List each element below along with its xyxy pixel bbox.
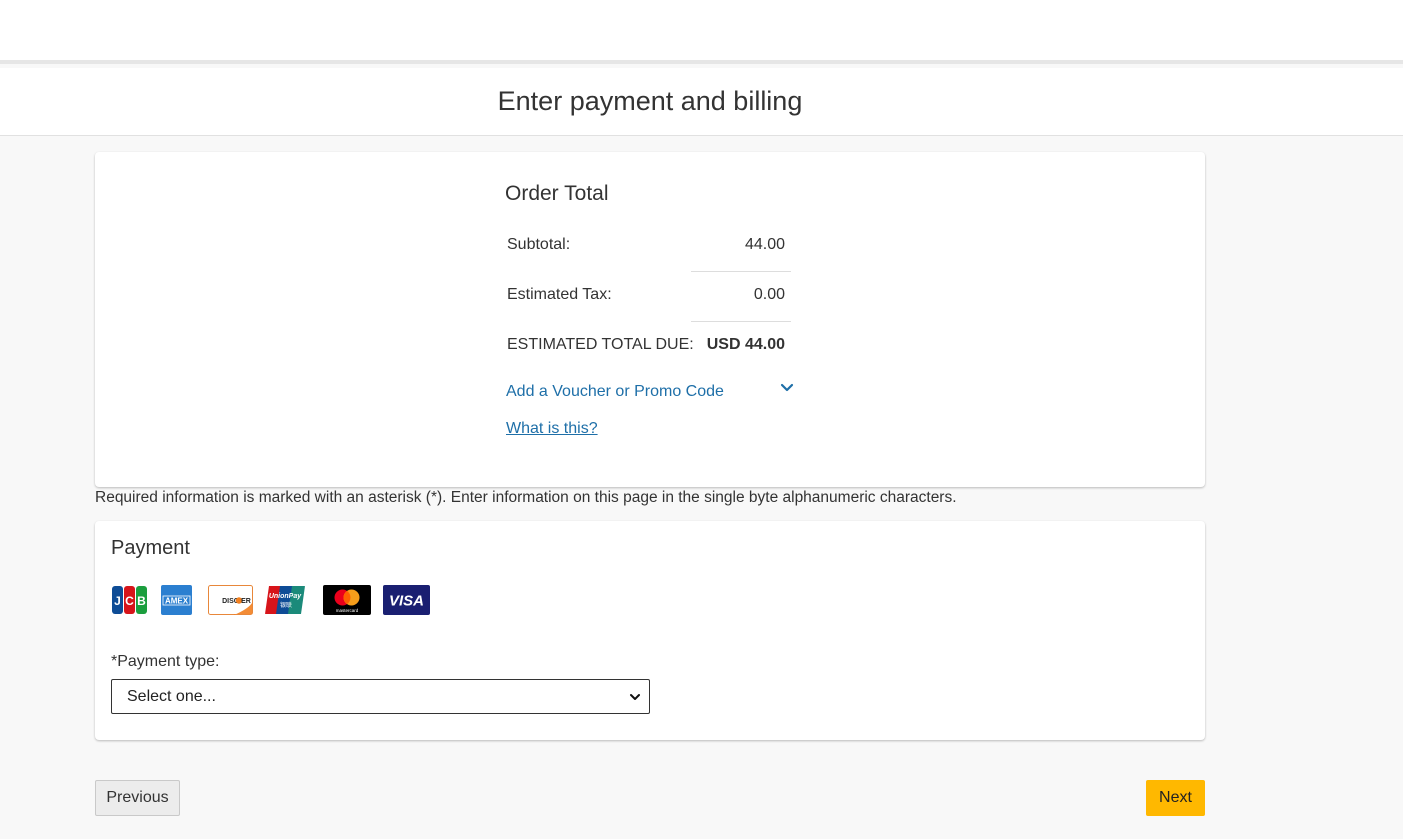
tax-row: Estimated Tax: 0.00 [505, 272, 793, 322]
unionpay-icon: UnionPay 银联 [265, 586, 305, 614]
next-button[interactable]: Next [1146, 780, 1205, 816]
top-header-bar [0, 0, 1403, 64]
svg-text:AMEX: AMEX [165, 597, 189, 606]
order-total-heading: Order Total [505, 182, 609, 205]
required-info-note: Required information is marked with an a… [95, 489, 957, 506]
amex-icon: AMEX [161, 585, 192, 615]
svg-text:VISA: VISA [389, 593, 424, 610]
title-bar: Enter payment and billing [0, 68, 1403, 136]
payment-heading: Payment [111, 537, 190, 559]
total-row: ESTIMATED TOTAL DUE: USD 44.00 [505, 322, 793, 372]
svg-text:J: J [114, 594, 121, 608]
svg-text:C: C [125, 594, 134, 608]
svg-text:UnionPay: UnionPay [269, 593, 302, 600]
subtotal-value: 44.00 [691, 222, 791, 272]
svg-text:ER: ER [241, 598, 251, 605]
chevron-down-icon [780, 383, 794, 392]
svg-text:mastercard: mastercard [336, 608, 359, 613]
payment-card: Payment J C B AMEX DISC ER UnionPay 银联 m… [95, 521, 1205, 740]
discover-icon: DISC ER [208, 585, 253, 615]
order-summary: Order Total Subtotal: 44.00 Estimated Ta… [505, 182, 805, 438]
total-value: USD 44.00 [706, 336, 785, 353]
previous-button[interactable]: Previous [95, 780, 180, 816]
order-total-card: Order Total Subtotal: 44.00 Estimated Ta… [95, 152, 1205, 487]
voucher-label: Add a Voucher or Promo Code [506, 383, 724, 400]
jcb-icon: J C B [112, 586, 147, 614]
what-is-this-link[interactable]: What is this? [506, 420, 598, 438]
svg-text:B: B [137, 594, 146, 608]
voucher-toggle[interactable]: Add a Voucher or Promo Code [505, 378, 795, 408]
payment-type-label: *Payment type: [111, 653, 220, 670]
svg-text:银联: 银联 [280, 601, 292, 609]
payment-type-selected: Select one... [127, 688, 216, 705]
tax-label: Estimated Tax: [507, 286, 612, 303]
payment-type-select[interactable]: Select one... [111, 679, 650, 714]
mastercard-icon: mastercard [323, 585, 371, 615]
subtotal-label: Subtotal: [507, 236, 571, 253]
total-label: ESTIMATED TOTAL DUE: [507, 336, 694, 353]
tax-value: 0.00 [691, 272, 791, 322]
page-title: Enter payment and billing [497, 86, 803, 116]
chevron-down-icon [630, 694, 640, 700]
visa-icon: VISA [383, 585, 430, 615]
subtotal-row: Subtotal: 44.00 [505, 222, 793, 272]
